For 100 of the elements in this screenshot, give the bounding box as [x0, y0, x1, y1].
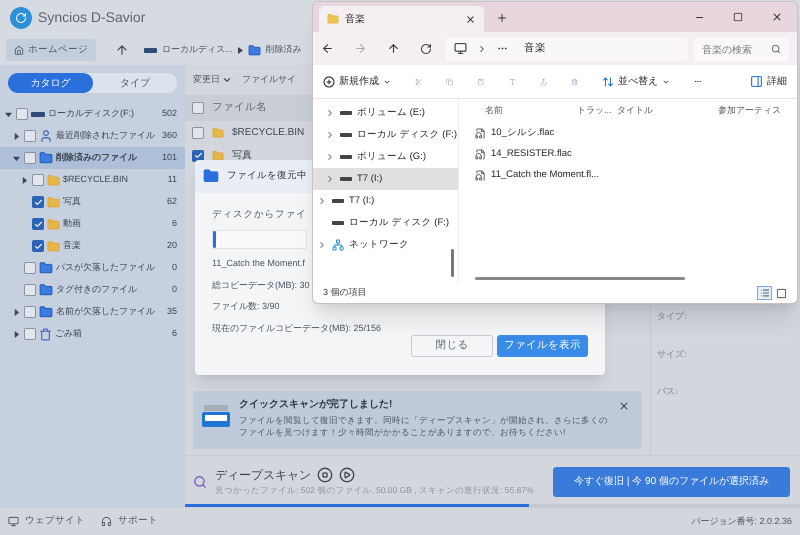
list-view-button[interactable] — [757, 286, 772, 300]
column-header[interactable]: 名前 — [459, 104, 577, 118]
audio-file-icon — [475, 128, 486, 139]
item-count: 502 — [162, 107, 177, 120]
checkbox[interactable] — [24, 306, 36, 318]
home-button[interactable]: ホームページ — [6, 39, 96, 61]
item-count: 20 — [166, 239, 177, 252]
close-button[interactable]: 閉じる — [411, 335, 493, 357]
maximize-icon[interactable] — [733, 12, 743, 22]
checkbox[interactable] — [32, 174, 44, 186]
horizontal-scrollbar[interactable] — [475, 277, 685, 280]
explorer-tab[interactable]: 音楽 — [319, 6, 484, 32]
copy-stat: ファイル数: 3/90 — [212, 300, 281, 313]
tree-item-label: 最近削除されたファイル — [56, 129, 155, 142]
tree-item[interactable]: 名前が欠落したファイル 35 — [0, 301, 185, 323]
file-row[interactable]: 14_RESISTER.flac — [459, 144, 797, 165]
details-pane-icon — [750, 75, 764, 88]
recover-button[interactable]: 今すぐ復旧 | 今 90 個のファイルが選択済み — [553, 466, 790, 496]
checkbox[interactable] — [192, 150, 204, 162]
sort-button[interactable]: 並べ替え — [602, 74, 670, 89]
expand-arrow-icon[interactable] — [21, 176, 28, 184]
show-files-button[interactable]: ファイルを表示 — [497, 335, 588, 357]
tree-item[interactable]: 音楽 20 — [0, 235, 185, 257]
expand-arrow-icon[interactable] — [13, 308, 20, 316]
nav-item[interactable]: ボリューム (E:) — [313, 102, 458, 124]
address-path: 音楽 — [524, 40, 546, 56]
sort-option[interactable]: 変更日 — [193, 73, 232, 87]
checkbox[interactable] — [32, 218, 44, 230]
new-button[interactable]: 新規作成 — [323, 74, 391, 89]
tree-item[interactable]: タグ付きのファイル 0 — [0, 279, 185, 301]
checkbox[interactable] — [24, 130, 36, 142]
nav-item-label: ネットワーク — [349, 238, 409, 252]
column-header[interactable]: タイトル — [613, 104, 718, 118]
tree-item[interactable]: 削除済みのファイル 101 — [0, 147, 185, 169]
tree-item[interactable]: ごみ箱 6 — [0, 323, 185, 345]
nav-item[interactable]: T7 (I:) — [313, 190, 458, 212]
close-icon[interactable] — [618, 400, 630, 412]
file-row[interactable]: 10_シルシ.flac — [459, 123, 797, 144]
refresh-icon[interactable] — [420, 42, 432, 54]
close-icon[interactable] — [771, 11, 783, 23]
sidebar-tab[interactable]: タイプ — [92, 73, 177, 93]
checkbox[interactable] — [192, 126, 204, 138]
column-header[interactable]: 参加アーティス — [718, 104, 781, 118]
up-arrow-icon[interactable] — [115, 43, 129, 57]
details-button[interactable]: 詳細 — [750, 74, 788, 89]
stop-icon[interactable] — [317, 467, 333, 484]
nav-item[interactable]: T7 (I:) — [313, 168, 458, 190]
tree-item[interactable]: 動画 6 — [0, 213, 185, 235]
item-count: 6 — [172, 217, 177, 230]
nav-item[interactable]: ローカル ディスク (F:) — [313, 124, 458, 146]
checkbox[interactable] — [24, 284, 36, 296]
checkbox[interactable] — [24, 152, 36, 164]
tree-item[interactable]: 写真 62 — [0, 191, 185, 213]
sidebar-tab[interactable]: カタログ — [8, 73, 92, 93]
search-field[interactable]: 音楽の検索 — [694, 38, 789, 62]
nav-item[interactable]: ローカル ディスク (F:) — [313, 212, 458, 234]
support-link[interactable]: サポート — [118, 514, 158, 529]
nav-item[interactable]: ボリューム (G:) — [313, 146, 458, 168]
checkbox[interactable] — [16, 108, 28, 120]
checkbox[interactable] — [32, 240, 44, 252]
file-row[interactable]: 11_Catch the Moment.fl... — [459, 165, 797, 186]
collapse-arrow-icon[interactable] — [5, 110, 12, 118]
item-count: 101 — [162, 151, 177, 164]
up-arrow-icon[interactable] — [387, 42, 400, 55]
back-icon[interactable] — [321, 42, 334, 55]
sort-icon — [602, 76, 614, 88]
breadcrumb-item[interactable]: ローカルディス... — [162, 43, 233, 57]
website-link[interactable]: ウェブサイト — [25, 514, 85, 529]
tree-item[interactable]: ローカルディスク(F:) 502 — [0, 103, 185, 125]
column-header[interactable]: トラッ... — [577, 104, 613, 118]
tree-item[interactable]: パスが欠落したファイル 0 — [0, 257, 185, 279]
file-name: 写真 — [232, 148, 252, 163]
expand-arrow-icon[interactable] — [13, 132, 20, 140]
scrollbar-thumb[interactable] — [451, 249, 454, 277]
checkbox[interactable] — [24, 328, 36, 340]
tree-item-label: 動画 — [63, 217, 81, 230]
new-tab-icon[interactable] — [496, 12, 508, 24]
breadcrumb-item[interactable]: 削除済み — [266, 43, 302, 57]
address-bar[interactable]: 音楽 — [446, 36, 688, 60]
drive-icon — [340, 133, 352, 137]
nav-item-label: ローカル ディスク (F:) — [349, 216, 450, 230]
collapse-arrow-icon[interactable] — [13, 154, 20, 162]
sort-option[interactable]: ファイルサイ — [242, 73, 296, 87]
app-title: Syncios D-Savior — [38, 8, 146, 27]
folder-icon — [39, 283, 53, 297]
drive-icon — [31, 112, 45, 116]
checkbox[interactable] — [192, 102, 204, 114]
play-icon[interactable] — [339, 467, 355, 484]
tree-item[interactable]: 最近削除されたファイル 360 — [0, 125, 185, 147]
checkbox[interactable] — [32, 196, 44, 208]
close-tab-icon[interactable] — [465, 14, 476, 24]
checkbox[interactable] — [24, 262, 36, 274]
tree-item[interactable]: $RECYCLE.BIN 11 — [0, 169, 185, 191]
current-file: 11_Catch the Moment.f — [212, 257, 306, 270]
item-count: 0 — [172, 261, 177, 274]
nav-item[interactable]: ネットワーク — [313, 234, 458, 256]
tiles-view-icon[interactable] — [776, 288, 787, 298]
plus-icon — [323, 76, 335, 88]
caret-icon — [222, 75, 232, 85]
expand-arrow-icon[interactable] — [13, 330, 20, 338]
